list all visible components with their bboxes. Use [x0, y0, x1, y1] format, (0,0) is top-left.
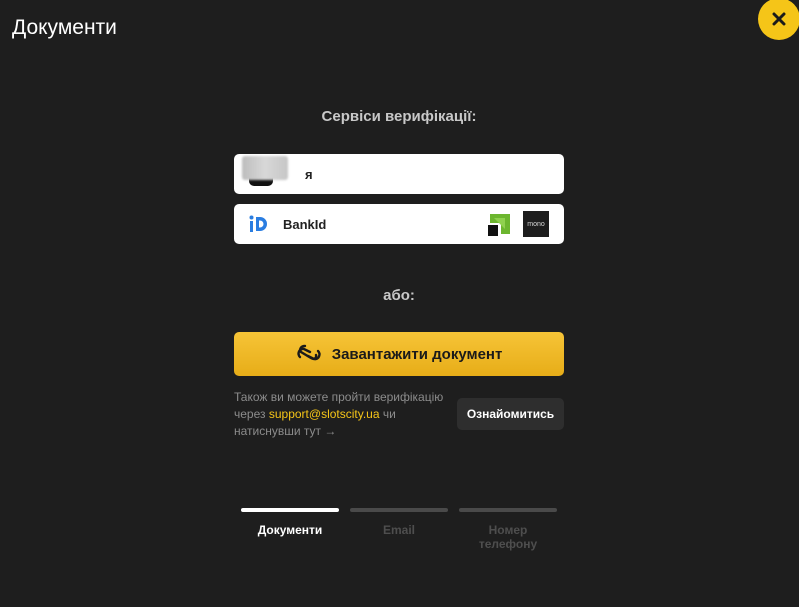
- bankid-service-button[interactable]: BankId mono: [234, 204, 564, 244]
- diia-service-label: я: [305, 166, 313, 182]
- upload-document-button[interactable]: Завантажити документ: [234, 332, 564, 376]
- alternative-verification-info: Також ви можете пройти верифікацію через…: [234, 389, 459, 440]
- step-label: Документи: [257, 523, 323, 537]
- close-icon: [772, 12, 786, 26]
- learn-more-button[interactable]: Ознайомитись: [457, 398, 564, 430]
- step-documents[interactable]: Документи: [241, 508, 339, 537]
- step-progress-bar: [350, 508, 448, 512]
- verification-services-title: Сервіси верифікації:: [321, 108, 477, 125]
- step-progress-bar: [459, 508, 557, 512]
- step-label: Номер телефону: [478, 523, 538, 551]
- mono-logo: mono: [523, 211, 549, 237]
- diia-service-button[interactable]: я: [234, 154, 564, 194]
- documents-modal: Документи Сервіси верифікації: я BankId: [0, 0, 799, 607]
- privatbank-logo: [487, 211, 513, 237]
- sumsub-icon: [297, 344, 321, 361]
- close-button[interactable]: [758, 0, 799, 40]
- or-separator: або:: [383, 287, 415, 304]
- step-label: Email: [382, 523, 415, 537]
- bank-logos: mono: [487, 211, 549, 237]
- step-progress-bar: [241, 508, 339, 512]
- support-email-link[interactable]: support@slotscity.ua: [269, 407, 380, 421]
- bankid-logo-icon: [249, 214, 269, 234]
- bankid-label: BankId: [283, 216, 327, 232]
- step-email[interactable]: Email: [350, 508, 448, 537]
- upload-document-label: Завантажити документ: [331, 345, 503, 363]
- redacted-area: [242, 156, 288, 180]
- step-phone[interactable]: Номер телефону: [459, 508, 557, 551]
- modal-title: Документи: [12, 16, 117, 39]
